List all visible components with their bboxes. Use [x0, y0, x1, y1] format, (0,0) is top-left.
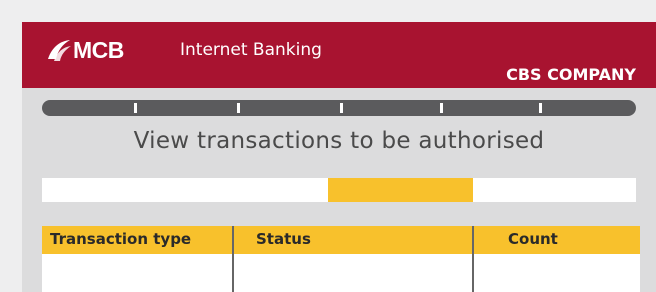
step-marker[interactable]: [340, 103, 343, 113]
selection-bar[interactable]: [42, 178, 636, 202]
column-header-transaction-type[interactable]: Transaction type: [50, 230, 191, 248]
step-marker[interactable]: [539, 103, 542, 113]
table-header: Transaction type Status Count: [42, 226, 640, 254]
header-bar: MCB Internet Banking CBS COMPANY: [22, 22, 656, 88]
column-header-count[interactable]: Count: [508, 230, 558, 248]
column-divider: [232, 226, 234, 292]
table-body: [42, 254, 640, 292]
column-header-status[interactable]: Status: [256, 230, 311, 248]
company-name: CBS COMPANY: [506, 65, 636, 84]
selection-highlight[interactable]: [328, 178, 473, 202]
column-divider: [472, 226, 474, 292]
step-marker[interactable]: [440, 103, 443, 113]
app-panel: MCB Internet Banking CBS COMPANY View tr…: [22, 22, 656, 292]
app-title: Internet Banking: [180, 40, 322, 60]
mcb-emblem-icon: [48, 40, 71, 61]
step-marker[interactable]: [237, 103, 240, 113]
step-progress-track: [42, 100, 636, 116]
mcb-logo[interactable]: MCB: [46, 35, 124, 65]
step-marker[interactable]: [134, 103, 137, 113]
logo-text: MCB: [73, 36, 124, 63]
page-title: View transactions to be authorised: [133, 128, 545, 154]
transactions-table: Transaction type Status Count: [42, 226, 640, 292]
